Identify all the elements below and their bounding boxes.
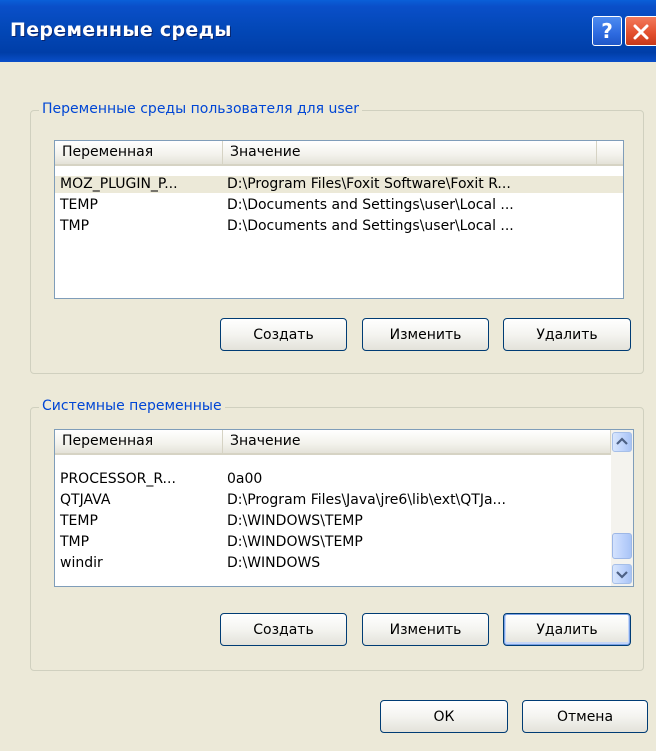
list-item[interactable]: windir D:\WINDOWS xyxy=(55,555,611,572)
user-delete-button[interactable]: Удалить xyxy=(503,318,631,351)
variable-name: PROCESSOR_R... xyxy=(60,471,176,487)
variable-value: D:\WINDOWS\TEMP xyxy=(227,513,363,529)
system-new-button[interactable]: Создать xyxy=(220,613,347,646)
cancel-button[interactable]: Отмена xyxy=(522,700,648,733)
column-header-value[interactable]: Значение xyxy=(223,141,597,164)
user-edit-button[interactable]: Изменить xyxy=(362,318,489,351)
variable-value: D:\Documents and Settings\user\Local ... xyxy=(227,218,514,234)
system-delete-button[interactable]: Удалить xyxy=(503,613,631,646)
column-header-value[interactable]: Значение xyxy=(223,430,611,453)
environment-variables-dialog: Переменные среды ? Переменные среды поль… xyxy=(0,0,656,751)
scroll-down-button[interactable] xyxy=(612,564,632,584)
window-title: Переменные среды xyxy=(10,19,232,41)
user-new-button[interactable]: Создать xyxy=(220,318,347,351)
close-button[interactable] xyxy=(625,16,656,46)
question-mark-icon: ? xyxy=(601,19,613,43)
list-header: Переменная Значение xyxy=(55,430,611,455)
user-variables-legend: Переменные среды пользователя для user xyxy=(39,101,363,117)
column-header-variable[interactable]: Переменная xyxy=(55,430,223,453)
scroll-up-button[interactable] xyxy=(612,432,632,452)
variable-value: D:\Program Files\Java\jre6\lib\ext\QTJa.… xyxy=(227,492,506,508)
variable-name: TMP xyxy=(60,218,90,234)
close-x-icon xyxy=(633,24,649,40)
variable-value: D:\WINDOWS xyxy=(227,555,321,571)
variable-value: 0a00 xyxy=(227,471,263,487)
variable-value: D:\Documents and Settings\user\Local ... xyxy=(227,197,514,213)
vertical-scrollbar[interactable] xyxy=(611,430,633,586)
system-edit-button[interactable]: Изменить xyxy=(362,613,489,646)
list-item[interactable]: MOZ_PLUGIN_P... D:\Program Files\Foxit S… xyxy=(55,176,623,193)
system-variables-legend: Системные переменные xyxy=(39,398,225,414)
list-item[interactable]: QTJAVA D:\Program Files\Java\jre6\lib\ex… xyxy=(55,492,611,509)
variable-name: TEMP xyxy=(60,513,98,529)
variable-name: QTJAVA xyxy=(60,492,111,508)
variable-value: D:\WINDOWS\TEMP xyxy=(227,534,363,550)
column-header-variable[interactable]: Переменная xyxy=(55,141,223,164)
list-item[interactable]: TEMP D:\WINDOWS\TEMP xyxy=(55,513,611,530)
chevron-up-icon xyxy=(616,437,628,445)
list-item[interactable]: TMP D:\Documents and Settings\user\Local… xyxy=(55,218,623,235)
chevron-down-icon xyxy=(616,571,628,579)
variable-value: D:\Program Files\Foxit Software\Foxit R.… xyxy=(227,176,511,192)
scroll-thumb[interactable] xyxy=(612,533,632,559)
help-button[interactable]: ? xyxy=(592,16,622,46)
variable-name: MOZ_PLUGIN_P... xyxy=(60,176,178,192)
variable-name: TEMP xyxy=(60,197,98,213)
list-item[interactable]: PROCESSOR_R... 0a00 xyxy=(55,471,611,488)
list-header: Переменная Значение xyxy=(55,141,623,166)
variable-name: TMP xyxy=(60,534,90,550)
user-variables-list[interactable]: Переменная Значение MOZ_PLUGIN_P... D:\P… xyxy=(54,140,624,299)
system-variables-list[interactable]: Переменная Значение PROCESSOR_R... 0a00 … xyxy=(54,429,634,587)
ok-button[interactable]: ОК xyxy=(380,700,508,733)
list-item[interactable]: TEMP D:\Documents and Settings\user\Loca… xyxy=(55,197,623,214)
list-item[interactable]: TMP D:\WINDOWS\TEMP xyxy=(55,534,611,551)
variable-name: windir xyxy=(60,555,103,571)
title-bar[interactable]: Переменные среды ? xyxy=(0,0,656,62)
